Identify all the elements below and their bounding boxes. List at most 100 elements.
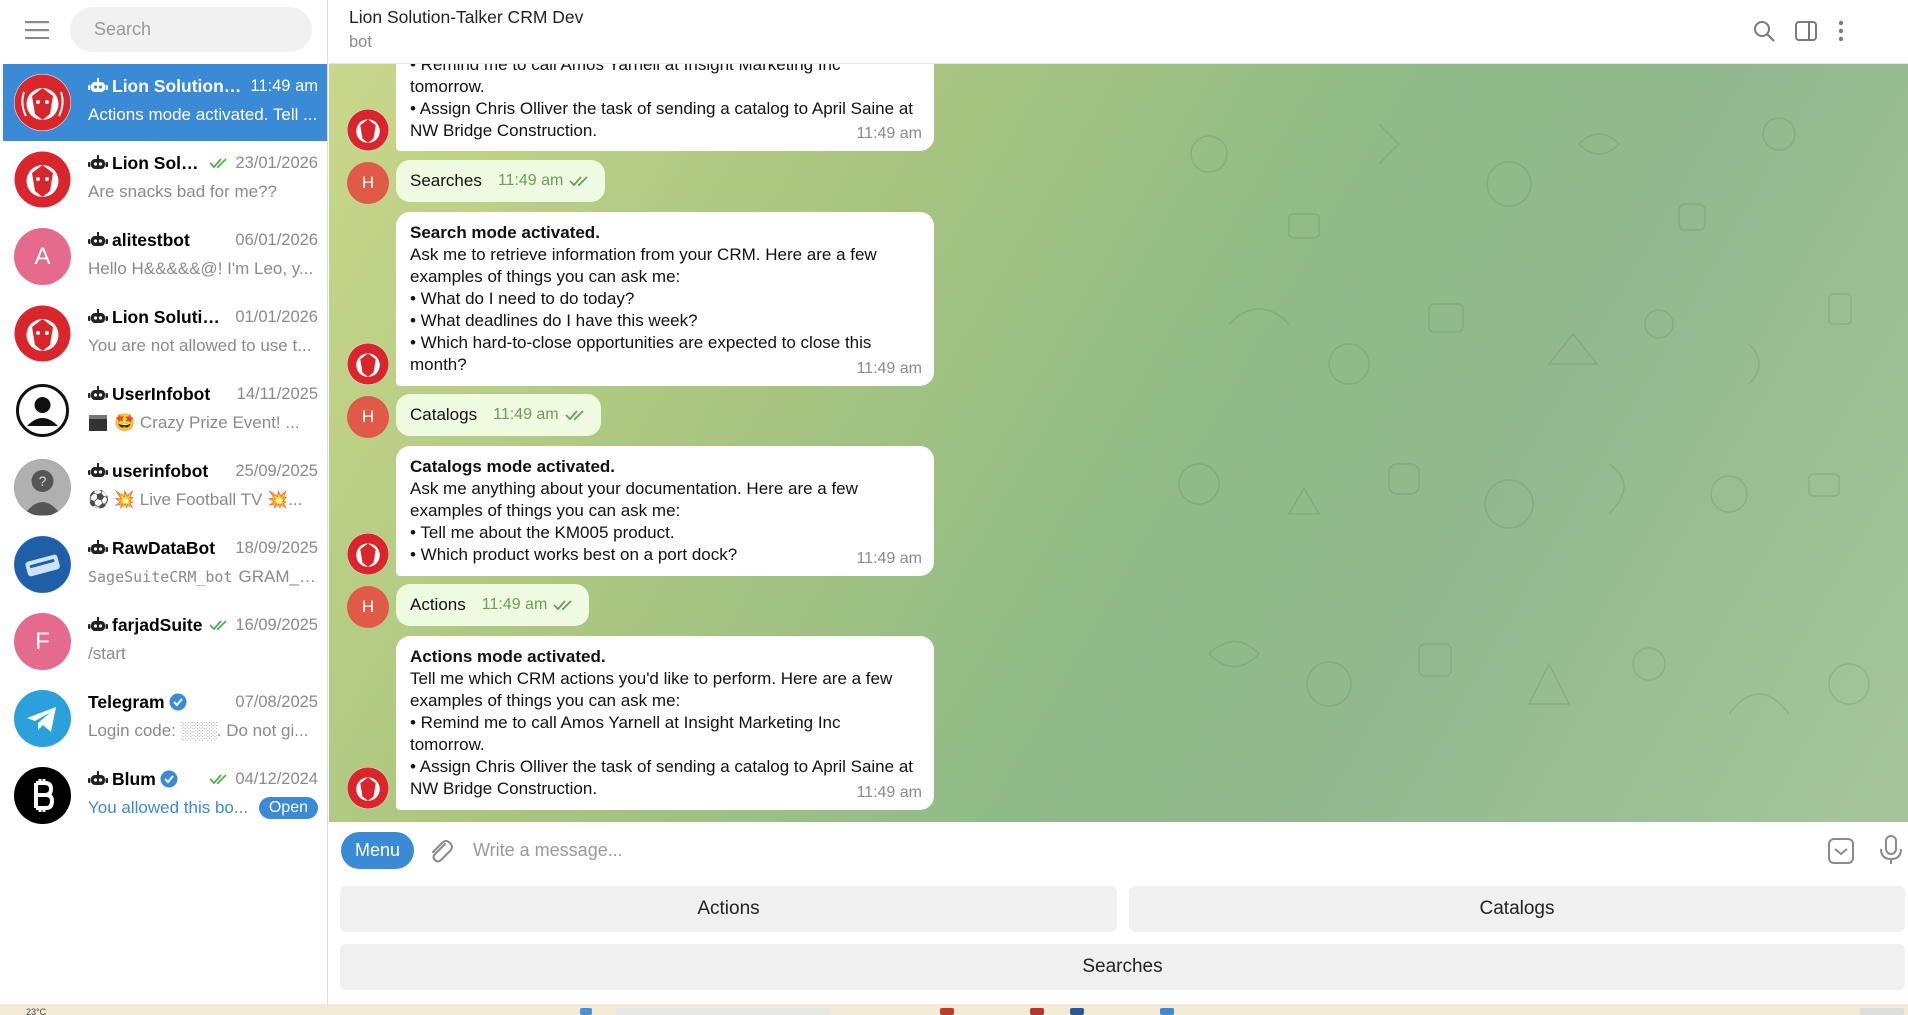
message-line: Tell me which CRM actions you'd like to … — [410, 669, 893, 688]
double-check-icon — [209, 158, 228, 169]
chat-subtitle: bot — [349, 33, 372, 51]
chat-name: Lion Solution-T... — [112, 75, 245, 96]
message-line: month? — [410, 355, 467, 374]
attach-button[interactable] — [425, 836, 455, 866]
lion-logo-icon — [347, 533, 389, 575]
taskbar-app-icon[interactable] — [1030, 1008, 1044, 1015]
chat-item-blum[interactable]: Blum 04/12/2024 You allowed this bo... O… — [3, 757, 327, 834]
message-line: • Remind me to call Amos Yarnell at Insi… — [410, 713, 841, 732]
keyboard-toggle-icon — [1828, 838, 1854, 864]
bot-icon — [88, 155, 108, 169]
message-line: Ask me anything about your documentation… — [410, 479, 858, 498]
message-input[interactable] — [471, 834, 1571, 866]
chat-name: userinfobot — [112, 460, 209, 481]
rawdata-logo-icon — [14, 536, 71, 593]
bot-icon — [88, 232, 108, 246]
avatar: F — [14, 613, 71, 670]
blum-logo-icon — [14, 767, 71, 824]
keyboard-button-actions[interactable]: Actions — [340, 886, 1117, 932]
voice-message-button[interactable] — [1876, 834, 1906, 866]
chat-preview-code: SageSuiteCRM_bot — [88, 568, 233, 586]
bot-message: • Remind me to call Amos Yarnell at Insi… — [396, 64, 934, 151]
chat-date: 07/08/2025 — [235, 692, 318, 711]
chat-item-userinfobot-caps[interactable]: UserInfobot 14/11/2025 🤩 Crazy Prize Eve… — [3, 372, 327, 449]
message-text: Actions — [410, 595, 466, 614]
chat-item-lion-solution-talker[interactable]: Lion Solution-T... 11:49 am Actions mode… — [3, 64, 327, 141]
message-line: • What do I need to do today? — [410, 289, 635, 308]
message-title: Actions mode activated. — [410, 647, 606, 666]
avatar — [14, 690, 71, 747]
chat-name: RawDataBot — [112, 537, 216, 558]
lion-logo-icon — [347, 343, 389, 385]
message-line: tomorrow. — [410, 77, 485, 96]
double-check-icon — [209, 774, 228, 785]
message-line: • Assign Chris Olliver the task of sendi… — [410, 99, 913, 118]
search-box[interactable] — [70, 7, 312, 52]
avatar-letter: F — [35, 627, 50, 655]
avatar — [14, 151, 71, 208]
bot-menu-button[interactable]: Menu — [341, 832, 414, 869]
chat-name: UserInfobot — [112, 383, 211, 404]
chat-item-telegram[interactable]: Telegram 07/08/2025 Login code: ░░░. Do … — [3, 680, 327, 757]
chat-preview: You are not allowed to use t... — [88, 336, 312, 355]
user-question-icon: ? — [14, 459, 71, 516]
taskbar-app-icon[interactable] — [1070, 1008, 1084, 1015]
hamburger-icon — [25, 20, 49, 39]
search-input[interactable] — [92, 18, 290, 41]
message-line: examples of things you can ask me: — [410, 691, 681, 710]
taskbar-app-icon[interactable] — [580, 1008, 592, 1015]
keyboard-button-catalogs[interactable]: Catalogs — [1129, 886, 1905, 932]
bot-icon — [88, 540, 108, 554]
chat-item-rawdatabot[interactable]: RawDataBot 18/09/2025 SageSuiteCRM_bot G… — [3, 526, 327, 603]
chat-preview: You allowed this bo... — [88, 798, 249, 817]
chat-item-userinfobot[interactable]: ? userinfobot 25/09/2025 ⚽ 💥 Live Footba… — [3, 449, 327, 526]
sidebar-toggle-button[interactable] — [1791, 16, 1821, 46]
message-line: • Remind me to call Amos Yarnell at Insi… — [410, 64, 841, 74]
lion-logo-icon — [14, 151, 71, 208]
taskbar-app-icon[interactable] — [940, 1008, 954, 1015]
verified-icon — [160, 770, 178, 788]
chat-item-farjadsuite[interactable]: F farjadSuite 16/09/2025 /start — [3, 603, 327, 680]
telegram-logo-icon — [14, 690, 71, 747]
search-button[interactable] — [1749, 16, 1779, 46]
message-line: NW Bridge Construction. — [410, 779, 598, 798]
taskbar-app-icon[interactable] — [1160, 1008, 1174, 1015]
bot-commands-button[interactable] — [1826, 836, 1856, 866]
os-taskbar: 23°C — [0, 1004, 1908, 1015]
bot-reply-keyboard: Actions Catalogs Searches — [329, 878, 1908, 1004]
svg-text:?: ? — [39, 473, 47, 489]
user-avatar: H — [347, 396, 389, 438]
user-message: Catalogs 11:49 am — [396, 394, 601, 436]
message-line: • Assign Chris Olliver the task of sendi… — [410, 757, 913, 776]
sidebar-top-bar — [0, 0, 327, 59]
weather-temperature: 23°C — [26, 1007, 47, 1015]
chat-item-alitestbot[interactable]: A alitestbot 06/01/2026 Hello H&&&&&@! I… — [3, 218, 327, 295]
bot-icon — [88, 617, 108, 631]
keyboard-button-searches[interactable]: Searches — [340, 944, 1905, 990]
bot-icon — [88, 771, 108, 785]
chat-item-lion-solution[interactable]: Lion Solution... 01/01/2026 You are not … — [3, 295, 327, 372]
message-line: Ask me to retrieve information from your… — [410, 245, 877, 264]
more-options-button[interactable] — [1826, 16, 1856, 46]
search-icon — [1754, 21, 1775, 42]
main-menu-button[interactable] — [14, 7, 60, 53]
message-list[interactable]: • Remind me to call Amos Yarnell at Insi… — [329, 64, 1908, 822]
open-button[interactable]: Open — [258, 797, 318, 819]
avatar: ? — [14, 459, 71, 516]
chat-name: farjadSuite — [112, 614, 203, 635]
user-avatar: H — [347, 586, 389, 628]
bot-avatar — [347, 343, 389, 385]
taskbar-search-box[interactable] — [616, 1008, 831, 1015]
taskbar-record-button[interactable] — [1860, 1008, 1904, 1015]
chat-item-lion-solut[interactable]: Lion Solut... 23/01/2026 Are snacks bad … — [3, 141, 327, 218]
chat-date: 14/11/2025 — [236, 384, 318, 403]
user-outline-icon — [16, 384, 69, 437]
chat-preview: GRAM_A... — [238, 567, 319, 586]
bot-message: Actions mode activated. Tell me which CR… — [396, 636, 934, 810]
bot-avatar — [347, 533, 389, 575]
chat-title[interactable]: Lion Solution-Talker CRM Dev — [349, 7, 583, 28]
chat-date: 01/01/2026 — [235, 307, 318, 326]
message-line: tomorrow. — [410, 735, 485, 754]
chat-header: Lion Solution-Talker CRM Dev bot — [329, 0, 1908, 64]
chat-sidebar: Lion Solution-T... 11:49 am Actions mode… — [0, 0, 328, 1004]
